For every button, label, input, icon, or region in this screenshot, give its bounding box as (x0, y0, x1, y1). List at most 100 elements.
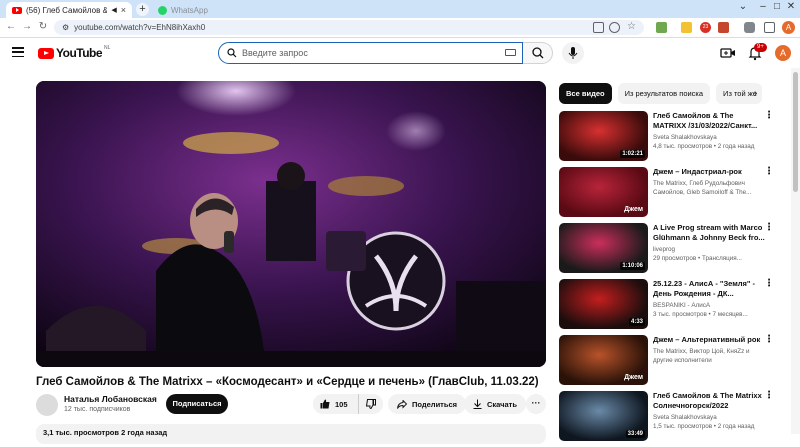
channel-avatar[interactable] (36, 394, 58, 416)
channel-name[interactable]: Наталья Лобановская (64, 394, 157, 404)
youtube-play-icon (38, 47, 54, 59)
dislike-button[interactable] (359, 394, 383, 414)
recommendation-item[interactable]: 33:49 Глеб Самойлов & The Matrixx Солнечн… (559, 391, 781, 447)
recommendation-info: A Live Prog stream with Marco Glühmann &… (653, 223, 765, 263)
kebab-menu-icon[interactable]: ⋮ (764, 279, 774, 289)
mix-label: Джем (624, 206, 643, 213)
recommendation-title[interactable]: Джем – Альтернативный рок (653, 335, 765, 345)
related-filter-chips: Все видео Из результатов поиска Из той ж… (559, 83, 763, 104)
extension-icon-2[interactable] (681, 22, 692, 33)
thumbs-down-icon (366, 399, 376, 409)
browser-profile-avatar[interactable]: А (782, 21, 795, 34)
youtube-logo[interactable]: YouTube NL (38, 45, 111, 60)
recommendation-channel: Sveta Shalakhovskaya (653, 414, 717, 421)
recommendation-item[interactable]: Джем Джем – Альтернативный рок The Matrixx… (559, 335, 781, 391)
subscribe-button[interactable]: Подписаться (166, 394, 228, 414)
chip-all-videos[interactable]: Все видео (559, 83, 612, 104)
video-camera-plus-icon (720, 48, 735, 58)
recommendation-channel: Sveta Shalakhovskaya (653, 134, 717, 141)
download-icon (473, 399, 482, 409)
search-box (218, 42, 523, 64)
video-thumbnail[interactable]: 1:02:21 (559, 111, 648, 161)
speaker-icon[interactable]: ◀ (111, 6, 116, 14)
browser-tab-youtube[interactable]: (56) Глеб Самойлов & The M ◀ × (6, 2, 132, 18)
logo-region: NL (104, 45, 111, 51)
mix-label: Джем (624, 374, 643, 381)
scrollbar-thumb[interactable] (793, 72, 798, 192)
recommendation-title[interactable]: Глеб Самойлов & The MATRIXX /31/03/2022/… (653, 111, 765, 131)
search-button[interactable] (523, 42, 553, 64)
extensions-puzzle-icon[interactable] (744, 22, 755, 33)
recommendation-title[interactable]: A Live Prog stream with Marco Glühmann &… (653, 223, 765, 243)
kebab-menu-icon[interactable]: ⋮ (764, 391, 774, 401)
video-duration: 1:10:06 (620, 262, 645, 270)
recommendation-item[interactable]: 4:33 25.12.23 - АлисА - "Земля" - День Ро… (559, 279, 781, 335)
search-input[interactable] (242, 48, 502, 58)
video-thumbnail[interactable]: 4:33 (559, 279, 648, 329)
close-window-icon[interactable]: ✕ (780, 1, 800, 12)
recommendation-info: 25.12.23 - АлисА - "Земля" - День Рожден… (653, 279, 765, 319)
chevron-right-icon[interactable]: › (754, 88, 757, 99)
download-button[interactable]: Скачать (464, 394, 526, 414)
install-app-icon[interactable] (593, 22, 604, 33)
like-dislike-group: 105 (313, 394, 383, 414)
bookmark-star-icon[interactable]: ☆ (627, 22, 638, 33)
youtube-favicon-icon (12, 6, 22, 14)
recommendation-channel: liveprog (653, 246, 676, 253)
like-button[interactable]: 105 (313, 394, 359, 414)
tab-title: (56) Глеб Самойлов & The M (26, 5, 107, 15)
extension-icon-4[interactable] (718, 22, 729, 33)
new-tab-button[interactable]: + (136, 3, 149, 16)
kebab-menu-icon[interactable]: ⋮ (764, 223, 774, 233)
recommendation-info: Глеб Самойлов & The MATRIXX /31/03/2022/… (653, 111, 765, 151)
download-label: Скачать (487, 399, 517, 409)
tab-search-icon[interactable]: ⌄ (732, 1, 754, 12)
recommendation-channel: BESPANIKI - АлисА (653, 302, 711, 309)
more-actions-button[interactable]: ··· (526, 394, 546, 414)
recommendation-title[interactable]: 25.12.23 - АлисА - "Земля" - День Рожден… (653, 279, 765, 299)
whatsapp-favicon-icon (158, 5, 167, 15)
forward-icon[interactable]: → (20, 21, 34, 32)
video-thumbnail[interactable]: Джем (559, 335, 648, 385)
create-video-button[interactable] (720, 46, 736, 60)
share-button[interactable]: Поделиться (388, 394, 467, 414)
kebab-menu-icon[interactable]: ⋮ (764, 111, 774, 121)
recommendation-item[interactable]: Джем Джем – Индастриал-рок The Matrixx, Гл… (559, 167, 781, 223)
kebab-menu-icon[interactable]: ⋮ (764, 335, 774, 345)
back-icon[interactable]: ← (4, 21, 18, 32)
url-bar[interactable]: ⚙ youtube.com/watch?v=EhN8ihXaxh0 (54, 20, 644, 35)
kebab-menu-icon[interactable]: ⋮ (764, 167, 774, 177)
extension-icon-3[interactable]: 23 (700, 22, 711, 33)
hamburger-menu-icon[interactable] (12, 47, 24, 58)
address-toolbar: ← → ↻ ⚙ youtube.com/watch?v=EhN8ihXaxh0 … (0, 18, 800, 38)
search-icon (532, 47, 544, 59)
recommendation-title[interactable]: Джем – Индастриал-рок (653, 167, 765, 177)
reload-icon[interactable]: ↻ (36, 21, 50, 32)
site-info-icon[interactable]: ⚙ (62, 23, 69, 32)
voice-search-button[interactable] (562, 42, 584, 64)
close-tab-icon[interactable]: × (121, 5, 126, 15)
description-box[interactable]: 3,1 тыс. просмотров 2 года назад (36, 424, 546, 444)
recommendation-meta: 4,8 тыс. просмотров • 2 года назад (653, 143, 755, 150)
sidebar-panel-icon[interactable] (764, 22, 775, 33)
recommendation-title[interactable]: Глеб Самойлов & The Matrixx Солнечногорс… (653, 391, 765, 411)
extension-icon-1[interactable] (656, 22, 667, 33)
recommendation-info: Глеб Самойлов & The Matrixx Солнечногорс… (653, 391, 765, 431)
keyboard-icon[interactable] (505, 49, 516, 56)
like-count: 105 (335, 399, 348, 409)
video-duration: 4:33 (628, 318, 645, 326)
chip-search-results[interactable]: Из результатов поиска (617, 83, 711, 104)
video-frame (36, 81, 546, 367)
video-thumbnail[interactable]: Джем (559, 167, 648, 217)
recommendation-item[interactable]: 1:02:21 Глеб Самойлов & The MATRIXX /31/0… (559, 111, 781, 167)
subscriber-count: 12 тыс. подписчиков (64, 406, 131, 413)
share-icon[interactable] (609, 22, 620, 33)
recommendation-channel: The Matrixx, Виктор Цой, КняZz и другие … (653, 348, 750, 364)
recommendation-meta: 29 просмотров • Трансляция... (653, 255, 742, 262)
video-thumbnail[interactable]: 1:10:06 (559, 223, 648, 273)
browser-tab-whatsapp[interactable]: WhatsApp (152, 2, 262, 18)
account-avatar[interactable]: А (775, 45, 791, 61)
thumbs-up-icon (320, 399, 330, 409)
recommendation-item[interactable]: 1:10:06 A Live Prog stream with Marco Glü… (559, 223, 781, 279)
video-player[interactable] (36, 81, 546, 367)
